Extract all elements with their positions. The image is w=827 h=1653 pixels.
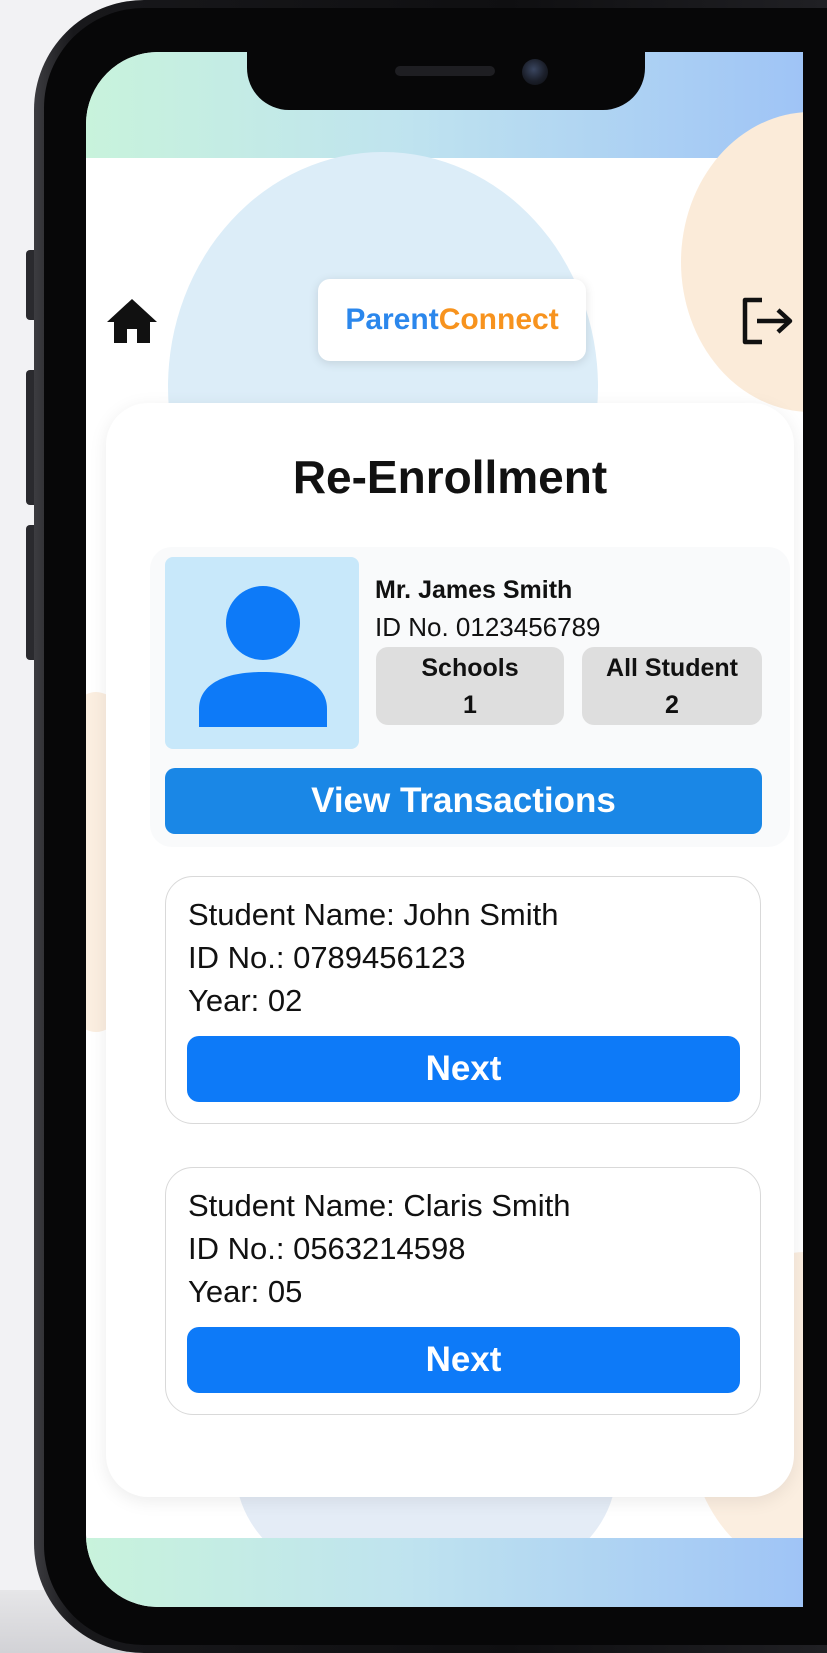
schools-stat: Schools 1 xyxy=(376,647,564,725)
student-card: Student Name: Claris Smith ID No.: 05632… xyxy=(165,1167,761,1415)
next-button[interactable]: Next xyxy=(187,1036,740,1102)
stat-label: Schools xyxy=(421,654,519,682)
stat-value: 2 xyxy=(665,691,679,719)
parent-avatar xyxy=(165,557,359,749)
stat-value: 1 xyxy=(463,691,477,719)
all-student-stat: All Student 2 xyxy=(582,647,762,725)
student-id: ID No.: 0789456123 xyxy=(188,940,466,975)
phone-notch xyxy=(247,52,645,110)
brand-name-part2: Connect xyxy=(438,303,559,336)
student-card: Student Name: John Smith ID No.: 0789456… xyxy=(165,876,761,1124)
student-year: Year: 02 xyxy=(188,983,303,1018)
stat-label: All Student xyxy=(606,654,738,682)
student-name: Student Name: Claris Smith xyxy=(188,1188,571,1223)
app-logo: Parent Connect xyxy=(318,279,586,361)
phone-camera xyxy=(522,59,548,85)
parent-id: ID No. 0123456789 xyxy=(375,612,601,642)
home-indicator-background xyxy=(86,1538,803,1607)
phone-speaker xyxy=(395,66,495,76)
page-title: Re-Enrollment xyxy=(292,451,608,503)
brand-name-part1: Parent xyxy=(345,303,439,336)
user-avatar-icon xyxy=(199,586,327,727)
student-id: ID No.: 0563214598 xyxy=(188,1231,466,1266)
logout-icon[interactable] xyxy=(740,296,796,346)
student-year: Year: 05 xyxy=(188,1274,303,1309)
parent-name: Mr. James Smith xyxy=(375,576,573,604)
view-transactions-button[interactable]: View Transactions xyxy=(165,768,762,834)
next-button[interactable]: Next xyxy=(187,1327,740,1393)
student-name: Student Name: John Smith xyxy=(188,897,559,932)
home-icon[interactable] xyxy=(104,296,160,346)
